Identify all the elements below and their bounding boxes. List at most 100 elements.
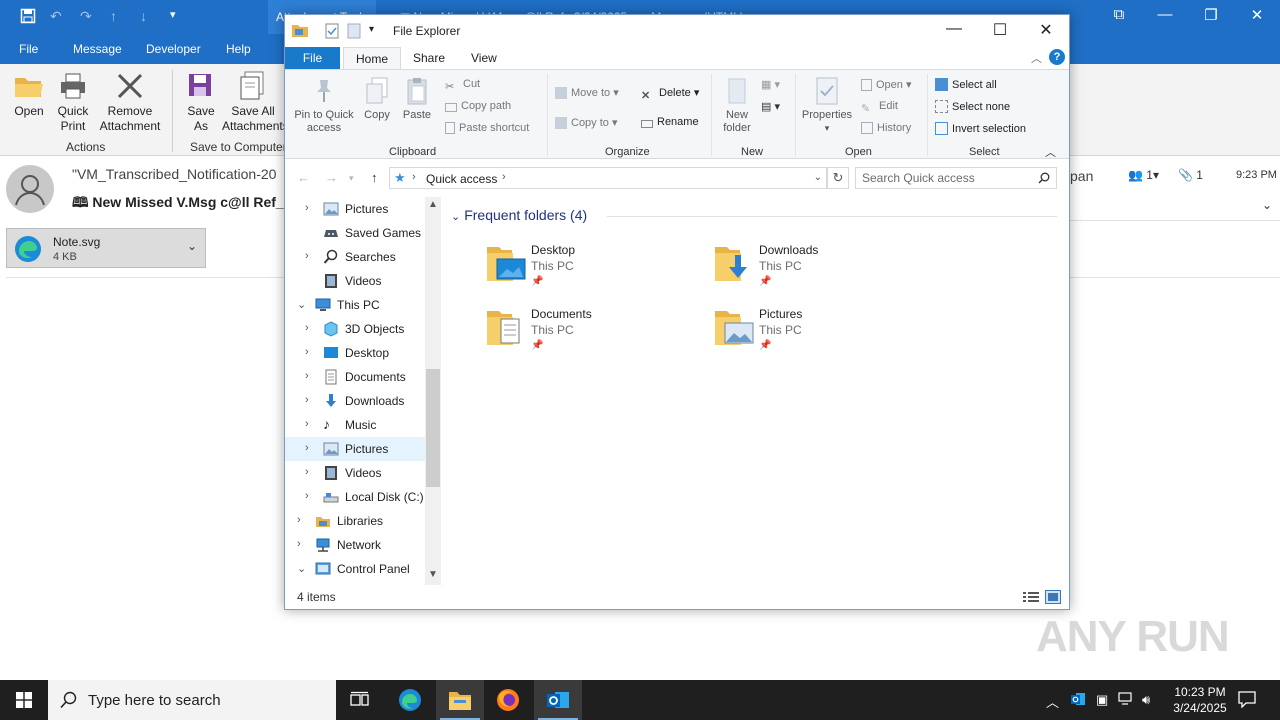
ribbon-display-icon[interactable]: ⧉: [1104, 6, 1134, 23]
nav-item-local-disk[interactable]: › Local Disk (C:): [285, 485, 425, 509]
select-all-button[interactable]: Select all: [935, 78, 997, 91]
pin-to-quick-access-button[interactable]: Pin to Quick access: [289, 76, 359, 135]
nav-item-downloads[interactable]: › Downloads: [285, 389, 425, 413]
nav-item-control-panel[interactable]: ⌄ Control Panel: [285, 557, 425, 581]
nav-item-documents[interactable]: › Documents: [285, 365, 425, 389]
breadcrumb-chevron-icon[interactable]: ›: [412, 171, 416, 183]
tab-share[interactable]: Share: [413, 51, 445, 65]
people-count[interactable]: 👥 1▾: [1128, 168, 1159, 182]
delete-button[interactable]: ✕ Delete ▾: [641, 86, 699, 103]
collapse-ribbon-icon[interactable]: ︿: [1031, 50, 1042, 66]
new-folder-button[interactable]: New folder: [717, 76, 757, 135]
collapse-chevron-icon[interactable]: ⌄: [297, 298, 306, 311]
address-dropdown-icon[interactable]: ⌄: [814, 172, 822, 183]
save-as-button[interactable]: Save As: [180, 70, 222, 134]
nav-item-desktop[interactable]: › Desktop: [285, 341, 425, 365]
minimize-icon[interactable]: —: [931, 20, 977, 38]
remove-attachment-button[interactable]: Remove Attachment: [96, 70, 164, 134]
paste-shortcut-button[interactable]: Paste shortcut: [445, 122, 529, 134]
refresh-button[interactable]: ↻: [827, 167, 849, 189]
undo-icon[interactable]: ↶: [50, 8, 62, 25]
copy-to-button[interactable]: Copy to ▾: [555, 116, 618, 129]
properties-button[interactable]: Properties ▾: [799, 76, 855, 135]
qat-properties-icon[interactable]: [325, 23, 339, 42]
open-attachment-button[interactable]: Open: [8, 70, 50, 119]
tab-help[interactable]: Help: [226, 42, 251, 56]
nav-item-network[interactable]: › Network: [285, 533, 425, 557]
expand-chevron-icon[interactable]: ›: [305, 346, 309, 358]
quick-print-button[interactable]: Quick Print: [54, 70, 92, 134]
task-view-button[interactable]: [336, 680, 384, 720]
details-view-icon[interactable]: [1023, 591, 1039, 606]
taskbar-search-box[interactable]: Type here to search: [48, 680, 336, 720]
select-none-button[interactable]: Select none: [935, 100, 1010, 113]
invert-selection-button[interactable]: Invert selection: [935, 122, 1026, 135]
volume-icon[interactable]: 🔊︎: [1142, 692, 1150, 708]
expand-chevron-icon[interactable]: ›: [305, 202, 309, 214]
collapse-chevron-icon[interactable]: ⌄: [297, 562, 306, 575]
nav-item-music[interactable]: › ♪ Music: [285, 413, 425, 437]
collapse-ribbon-icon[interactable]: ︿: [1045, 144, 1056, 160]
history-button[interactable]: History: [861, 122, 911, 134]
edit-button[interactable]: ✎ Edit: [861, 100, 898, 116]
recent-locations-icon[interactable]: ▾: [349, 173, 354, 184]
navigation-scrollbar[interactable]: ▲ ▼: [425, 197, 441, 585]
restore-icon[interactable]: ❐: [1196, 6, 1226, 24]
nav-item-videos-pc[interactable]: › Videos: [285, 461, 425, 485]
outlook-tray-icon[interactable]: [1070, 691, 1086, 710]
search-input[interactable]: [862, 169, 1032, 187]
nav-item-this-pc[interactable]: ⌄ This PC: [285, 293, 425, 317]
nav-item-searches[interactable]: › Searches: [285, 245, 425, 269]
show-hidden-icons-icon[interactable]: ︿: [1046, 692, 1059, 711]
maximize-icon[interactable]: ☐: [977, 20, 1023, 40]
nav-item-3d-objects[interactable]: › 3D Objects: [285, 317, 425, 341]
chevron-down-icon[interactable]: ⌄: [187, 239, 197, 253]
save-all-attachments-button[interactable]: Save All Attachments: [222, 70, 284, 134]
expand-chevron-icon[interactable]: ›: [305, 322, 309, 334]
nav-item-saved-games[interactable]: Saved Games: [285, 221, 425, 245]
easy-access-icon[interactable]: ▤ ▾: [761, 100, 780, 113]
expand-header-icon[interactable]: ⌄: [1262, 198, 1272, 212]
nav-item-pictures-pc[interactable]: › Pictures: [285, 437, 425, 461]
open-button[interactable]: Open ▾: [861, 78, 912, 91]
copy-button[interactable]: Copy: [359, 76, 395, 122]
tab-file[interactable]: File: [285, 47, 340, 69]
back-icon[interactable]: ←: [297, 170, 310, 185]
tab-message[interactable]: Message: [73, 42, 122, 56]
nav-item-videos-qa[interactable]: Videos: [285, 269, 425, 293]
rename-button[interactable]: Rename: [641, 116, 699, 128]
scroll-up-icon[interactable]: ▲: [428, 199, 438, 210]
system-clock[interactable]: 10:23 PM 3/24/2025: [1160, 684, 1240, 716]
previous-item-icon[interactable]: ↑: [110, 8, 117, 24]
device-icon[interactable]: ▣: [1096, 692, 1108, 708]
taskbar-edge[interactable]: [386, 680, 434, 720]
new-item-icon[interactable]: ▦ ▾: [761, 78, 780, 91]
expand-chevron-icon[interactable]: ›: [305, 418, 309, 430]
network-icon[interactable]: [1118, 692, 1134, 709]
folder-tile-documents[interactable]: Documents This PC 📌: [485, 305, 685, 361]
expand-chevron-icon[interactable]: ›: [305, 250, 309, 262]
help-icon[interactable]: ?: [1049, 49, 1065, 65]
large-icons-view-icon[interactable]: [1045, 590, 1061, 607]
close-icon[interactable]: ✕: [1023, 20, 1069, 40]
scrollbar-thumb[interactable]: [426, 369, 440, 487]
frequent-folders-header[interactable]: ⌄ Frequent folders (4): [451, 207, 587, 223]
move-to-button[interactable]: Move to ▾: [555, 86, 619, 99]
tab-view[interactable]: View: [471, 51, 497, 65]
tab-file[interactable]: File: [19, 42, 38, 56]
next-item-icon[interactable]: ↓: [140, 8, 147, 24]
redo-icon[interactable]: ↷: [80, 8, 92, 25]
start-button[interactable]: [0, 680, 48, 720]
nav-item-pictures-qa[interactable]: › Pictures: [285, 197, 425, 221]
tab-developer[interactable]: Developer: [146, 42, 201, 56]
taskbar-outlook[interactable]: [534, 680, 582, 720]
expand-chevron-icon[interactable]: ›: [305, 466, 309, 478]
expand-chevron-icon[interactable]: ›: [297, 514, 301, 526]
qat-new-folder-icon[interactable]: [347, 23, 361, 42]
scroll-down-icon[interactable]: ▼: [428, 569, 438, 580]
folder-tile-downloads[interactable]: Downloads This PC 📌: [713, 241, 913, 297]
cut-button[interactable]: ✂ Cut: [445, 78, 480, 94]
expand-chevron-icon[interactable]: ›: [305, 442, 309, 454]
folder-tile-desktop[interactable]: Desktop This PC 📌: [485, 241, 685, 297]
expand-chevron-icon[interactable]: ›: [297, 538, 301, 550]
